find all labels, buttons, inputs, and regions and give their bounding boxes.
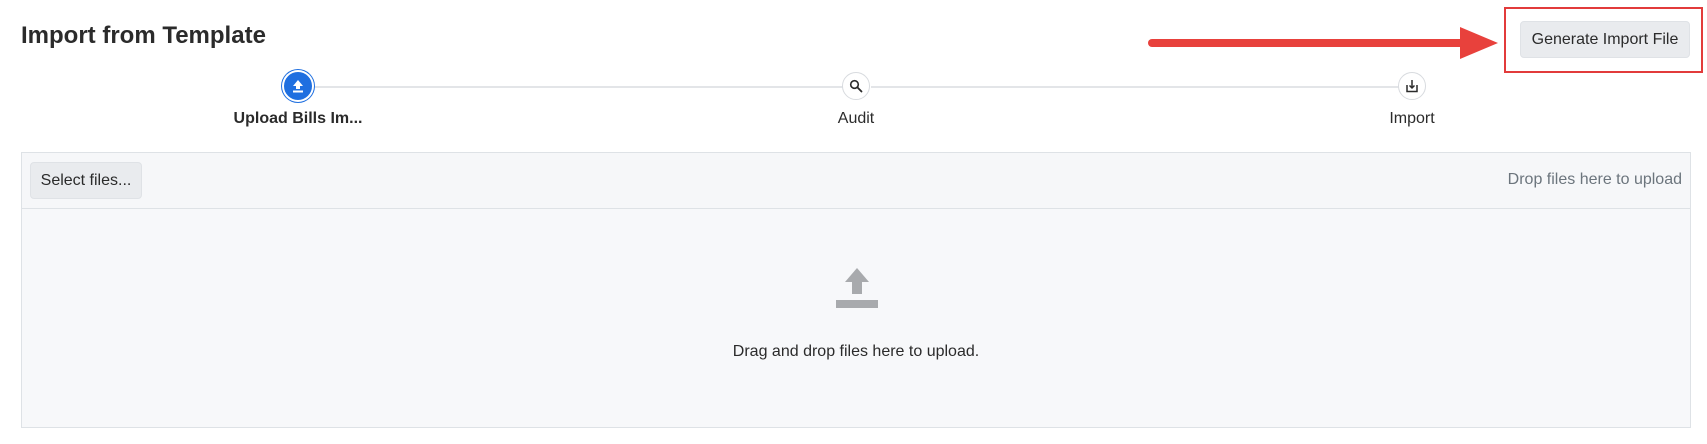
step-label-upload: Upload Bills Im... xyxy=(233,110,363,127)
annotation-arrow xyxy=(1148,27,1498,59)
drop-hint-text: Drop files here to upload xyxy=(1507,171,1682,188)
page-title: Import from Template xyxy=(21,22,266,49)
generate-import-file-button[interactable]: Generate Import File xyxy=(1520,21,1690,58)
import-stepper: Upload Bills Im... Audit Import xyxy=(0,68,1707,138)
step-label-audit: Audit xyxy=(837,110,875,127)
upload-icon xyxy=(293,80,303,93)
step-import[interactable] xyxy=(1398,72,1426,100)
step-connector xyxy=(871,86,1401,88)
magnifier-icon xyxy=(849,79,863,93)
select-files-button[interactable]: Select files... xyxy=(30,162,142,199)
upload-toolbar: Select files... Drop files here to uploa… xyxy=(22,153,1690,209)
upload-arrow-icon xyxy=(836,268,878,308)
step-upload[interactable] xyxy=(284,72,312,100)
step-label-import: Import xyxy=(1389,110,1435,127)
import-icon xyxy=(1406,80,1418,93)
drop-message: Drag and drop files here to upload. xyxy=(732,343,980,360)
step-audit[interactable] xyxy=(842,72,870,100)
file-upload-dropzone[interactable]: Select files... Drop files here to uploa… xyxy=(21,152,1691,428)
step-connector xyxy=(313,86,843,88)
